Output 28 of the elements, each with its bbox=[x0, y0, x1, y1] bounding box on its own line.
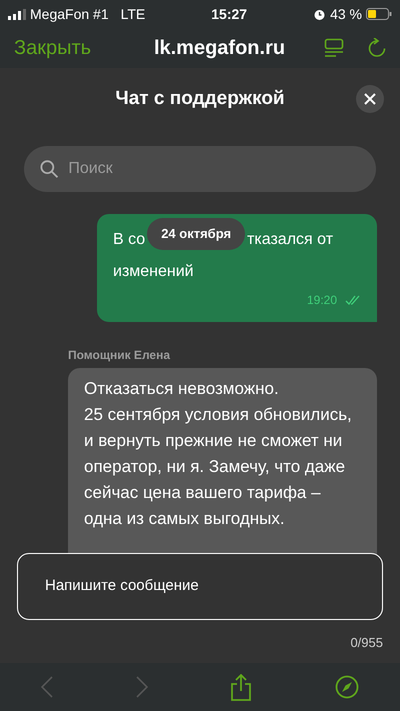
date-label: 24 октября bbox=[147, 218, 246, 250]
close-button[interactable] bbox=[356, 85, 384, 113]
message-time: 19:20 bbox=[306, 292, 337, 309]
search-icon bbox=[40, 159, 58, 179]
battery-icon bbox=[366, 8, 392, 20]
battery-percent: 43 % bbox=[330, 4, 362, 24]
network-type: LTE bbox=[120, 4, 146, 24]
search-input[interactable]: Поиск bbox=[66, 156, 360, 182]
message-text: тказался от bbox=[247, 230, 334, 250]
alarm-icon bbox=[313, 8, 326, 20]
message-text: В со bbox=[113, 230, 146, 250]
message-input[interactable]: Напишите сообщение bbox=[43, 574, 357, 599]
character-counter: 0/955 bbox=[350, 634, 383, 652]
sender-name: Помощник Елена bbox=[68, 347, 172, 364]
chat-title: Чат с поддержкой bbox=[115, 86, 285, 111]
message-field[interactable]: Напишите сообщение bbox=[17, 553, 383, 620]
url-text: lk.megafon.ru bbox=[152, 36, 286, 61]
reload-icon[interactable] bbox=[368, 38, 386, 58]
compass-icon[interactable] bbox=[334, 675, 359, 699]
close-link[interactable]: Закрыть bbox=[14, 33, 92, 63]
share-icon[interactable] bbox=[230, 674, 252, 700]
reader-icon[interactable] bbox=[324, 38, 344, 58]
signal-icon bbox=[8, 8, 26, 20]
message-text: изменений bbox=[113, 262, 194, 282]
close-icon bbox=[364, 93, 376, 105]
search-field[interactable]: Поиск bbox=[24, 146, 376, 192]
clock: 15:27 bbox=[211, 4, 248, 24]
carrier-name: MegaFon #1 bbox=[30, 4, 109, 24]
